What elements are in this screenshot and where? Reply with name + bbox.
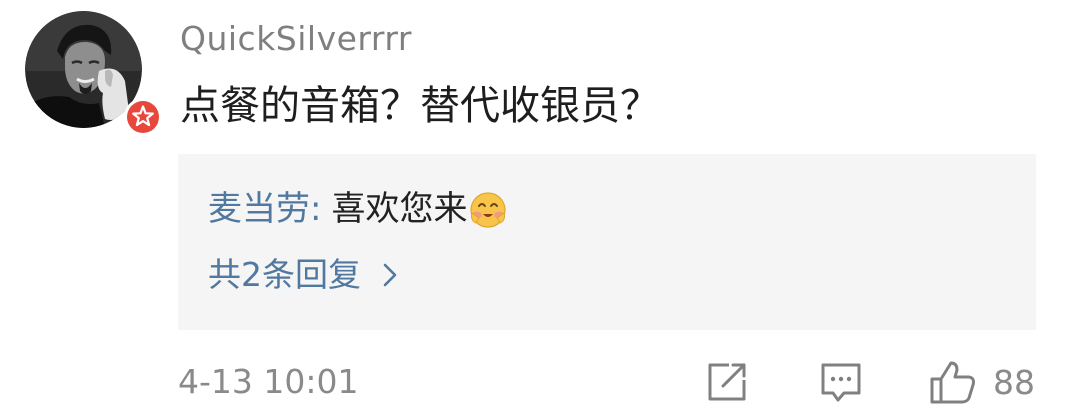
like-count: 88 — [993, 362, 1035, 402]
reply-content: 喜欢您来 — [331, 189, 468, 229]
chevron-right-icon — [383, 263, 397, 287]
reply-separator: : — [310, 189, 322, 229]
blushing-smile-emoji — [470, 192, 507, 228]
username[interactable]: QuickSilverrrr — [180, 17, 412, 61]
like-button[interactable]: 88 — [929, 358, 1035, 406]
reply-preview-line: 麦当劳: 喜欢您来 — [208, 186, 508, 232]
comment-text: 点餐的音箱？替代收银员？ — [180, 83, 660, 129]
share-icon — [708, 363, 746, 401]
comment-timestamp: 4-13 10:01 — [178, 362, 359, 401]
more-replies-label: 共2条回复 — [208, 255, 361, 294]
reply-preview-box[interactable]: 麦当劳: 喜欢您来 共2条回复 — [178, 154, 1036, 330]
comment-icon — [821, 363, 861, 402]
share-button[interactable] — [705, 358, 749, 406]
reply-author-name[interactable]: 麦当劳 — [208, 186, 310, 232]
comment-button[interactable] — [818, 358, 864, 406]
verified-star-badge-icon — [124, 98, 162, 136]
thumbs-up-icon — [930, 361, 975, 404]
view-more-replies-link[interactable]: 共2条回复 — [208, 252, 399, 298]
avatar[interactable] — [25, 11, 162, 136]
